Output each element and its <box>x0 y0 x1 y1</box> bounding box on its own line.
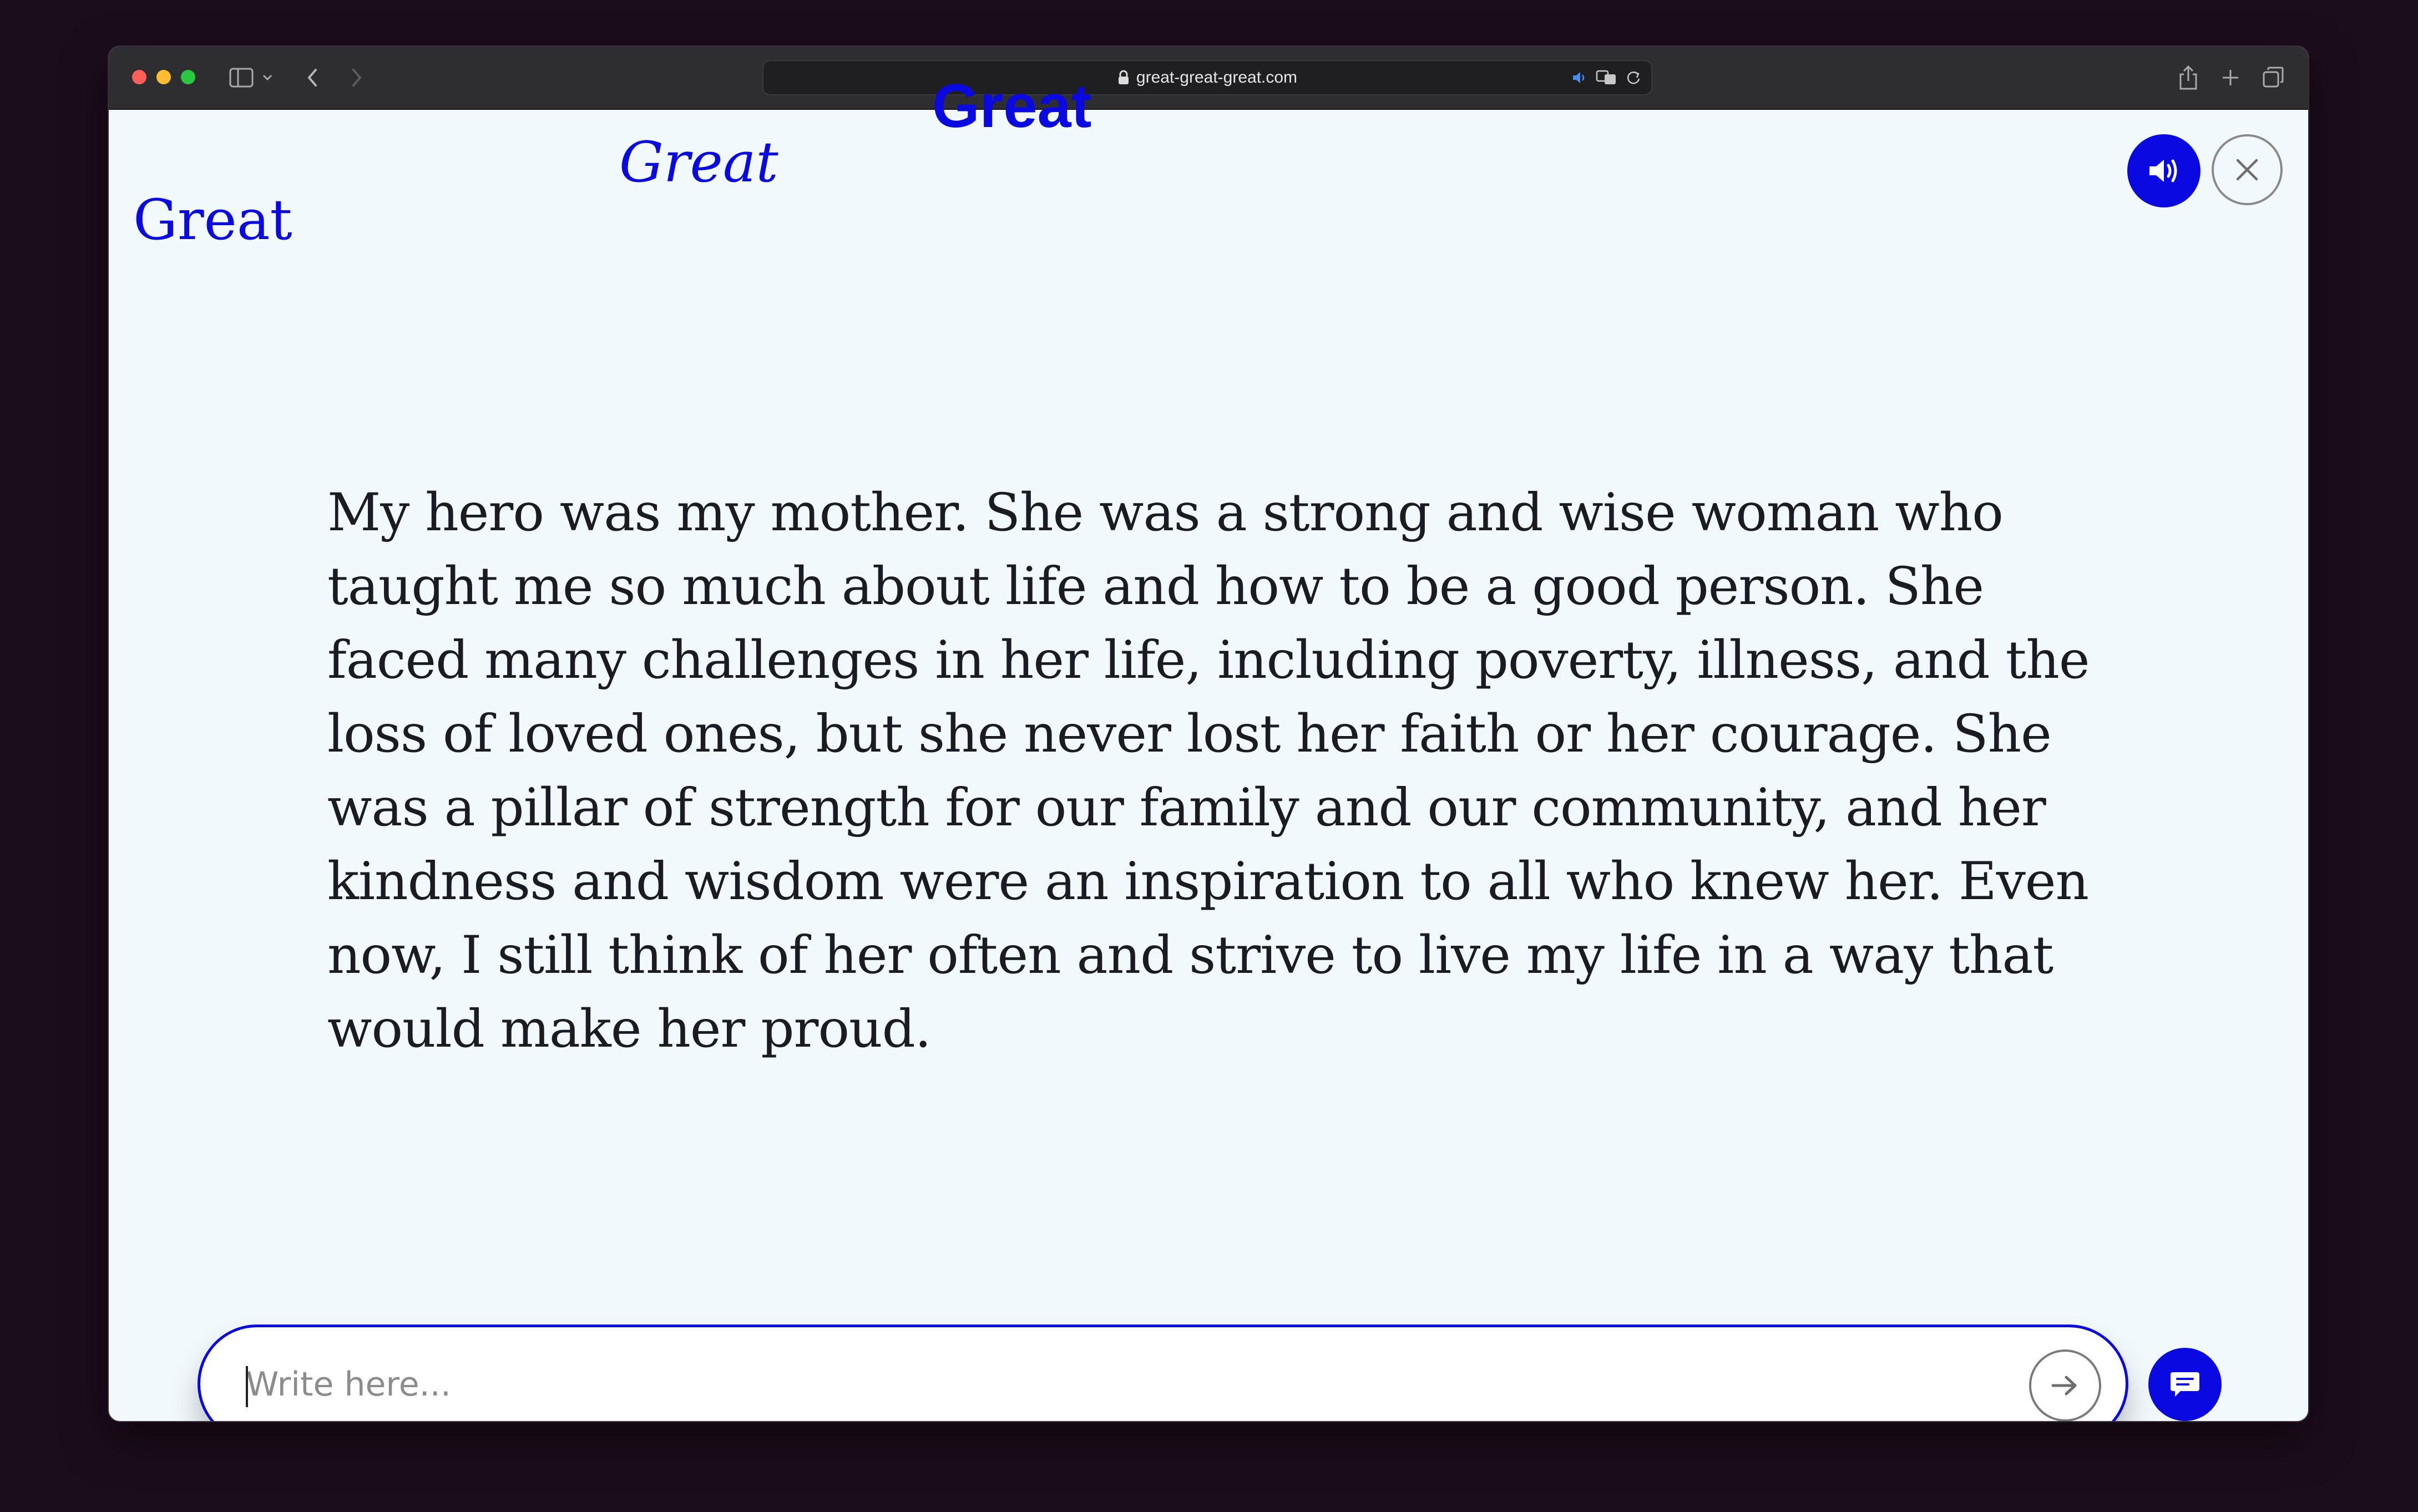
sidebar-icon <box>229 68 272 88</box>
address-display: great-great-great.com <box>763 61 1651 94</box>
share-icon[interactable] <box>2177 64 2199 91</box>
chevron-right-icon <box>352 69 362 87</box>
browser-window: great-great-great.com Great Great Great … <box>109 47 2308 1421</box>
lock-icon <box>1118 70 1129 84</box>
speaker-icon <box>2149 159 2177 182</box>
sound-toggle-button[interactable] <box>2127 134 2201 207</box>
chevron-left-icon <box>307 69 317 87</box>
floating-word: Great <box>133 187 292 252</box>
toolbar-right <box>2177 62 2286 93</box>
url-text: great-great-great.com <box>1136 68 1298 87</box>
address-bar[interactable]: great-great-great.com <box>762 60 1652 95</box>
chat-button[interactable] <box>2148 1348 2222 1421</box>
back-button[interactable] <box>297 62 328 93</box>
address-bar-tools <box>1571 67 1641 89</box>
message-input[interactable] <box>245 1355 1967 1414</box>
browser-titlebar: great-great-great.com <box>109 47 2308 110</box>
text-caret <box>246 1366 248 1407</box>
page-content: Great Great Great My hero was my mother.… <box>109 72 2308 1421</box>
translate-icon[interactable] <box>1596 69 1618 86</box>
arrow-right-icon <box>2051 1376 2077 1396</box>
speaker-icon[interactable] <box>1571 69 1588 86</box>
minimize-window-button[interactable] <box>156 70 171 84</box>
floating-word: Great <box>932 72 1092 140</box>
plus-icon[interactable] <box>2219 67 2242 89</box>
close-icon <box>2236 159 2258 181</box>
forward-button[interactable] <box>341 62 372 93</box>
chat-bubble-icon <box>2171 1372 2199 1397</box>
floating-word: Great <box>619 130 778 195</box>
close-button[interactable] <box>2212 134 2283 205</box>
story-text: My hero was my mother. She was a strong … <box>327 483 2090 1059</box>
close-window-button[interactable] <box>132 70 146 84</box>
sidebar-toggle-button[interactable] <box>226 62 282 93</box>
tab-overview-icon[interactable] <box>2262 65 2286 90</box>
reload-icon[interactable] <box>1626 69 1641 86</box>
zoom-window-button[interactable] <box>181 70 195 84</box>
send-button[interactable] <box>2029 1349 2101 1421</box>
message-input-container <box>198 1325 2128 1421</box>
